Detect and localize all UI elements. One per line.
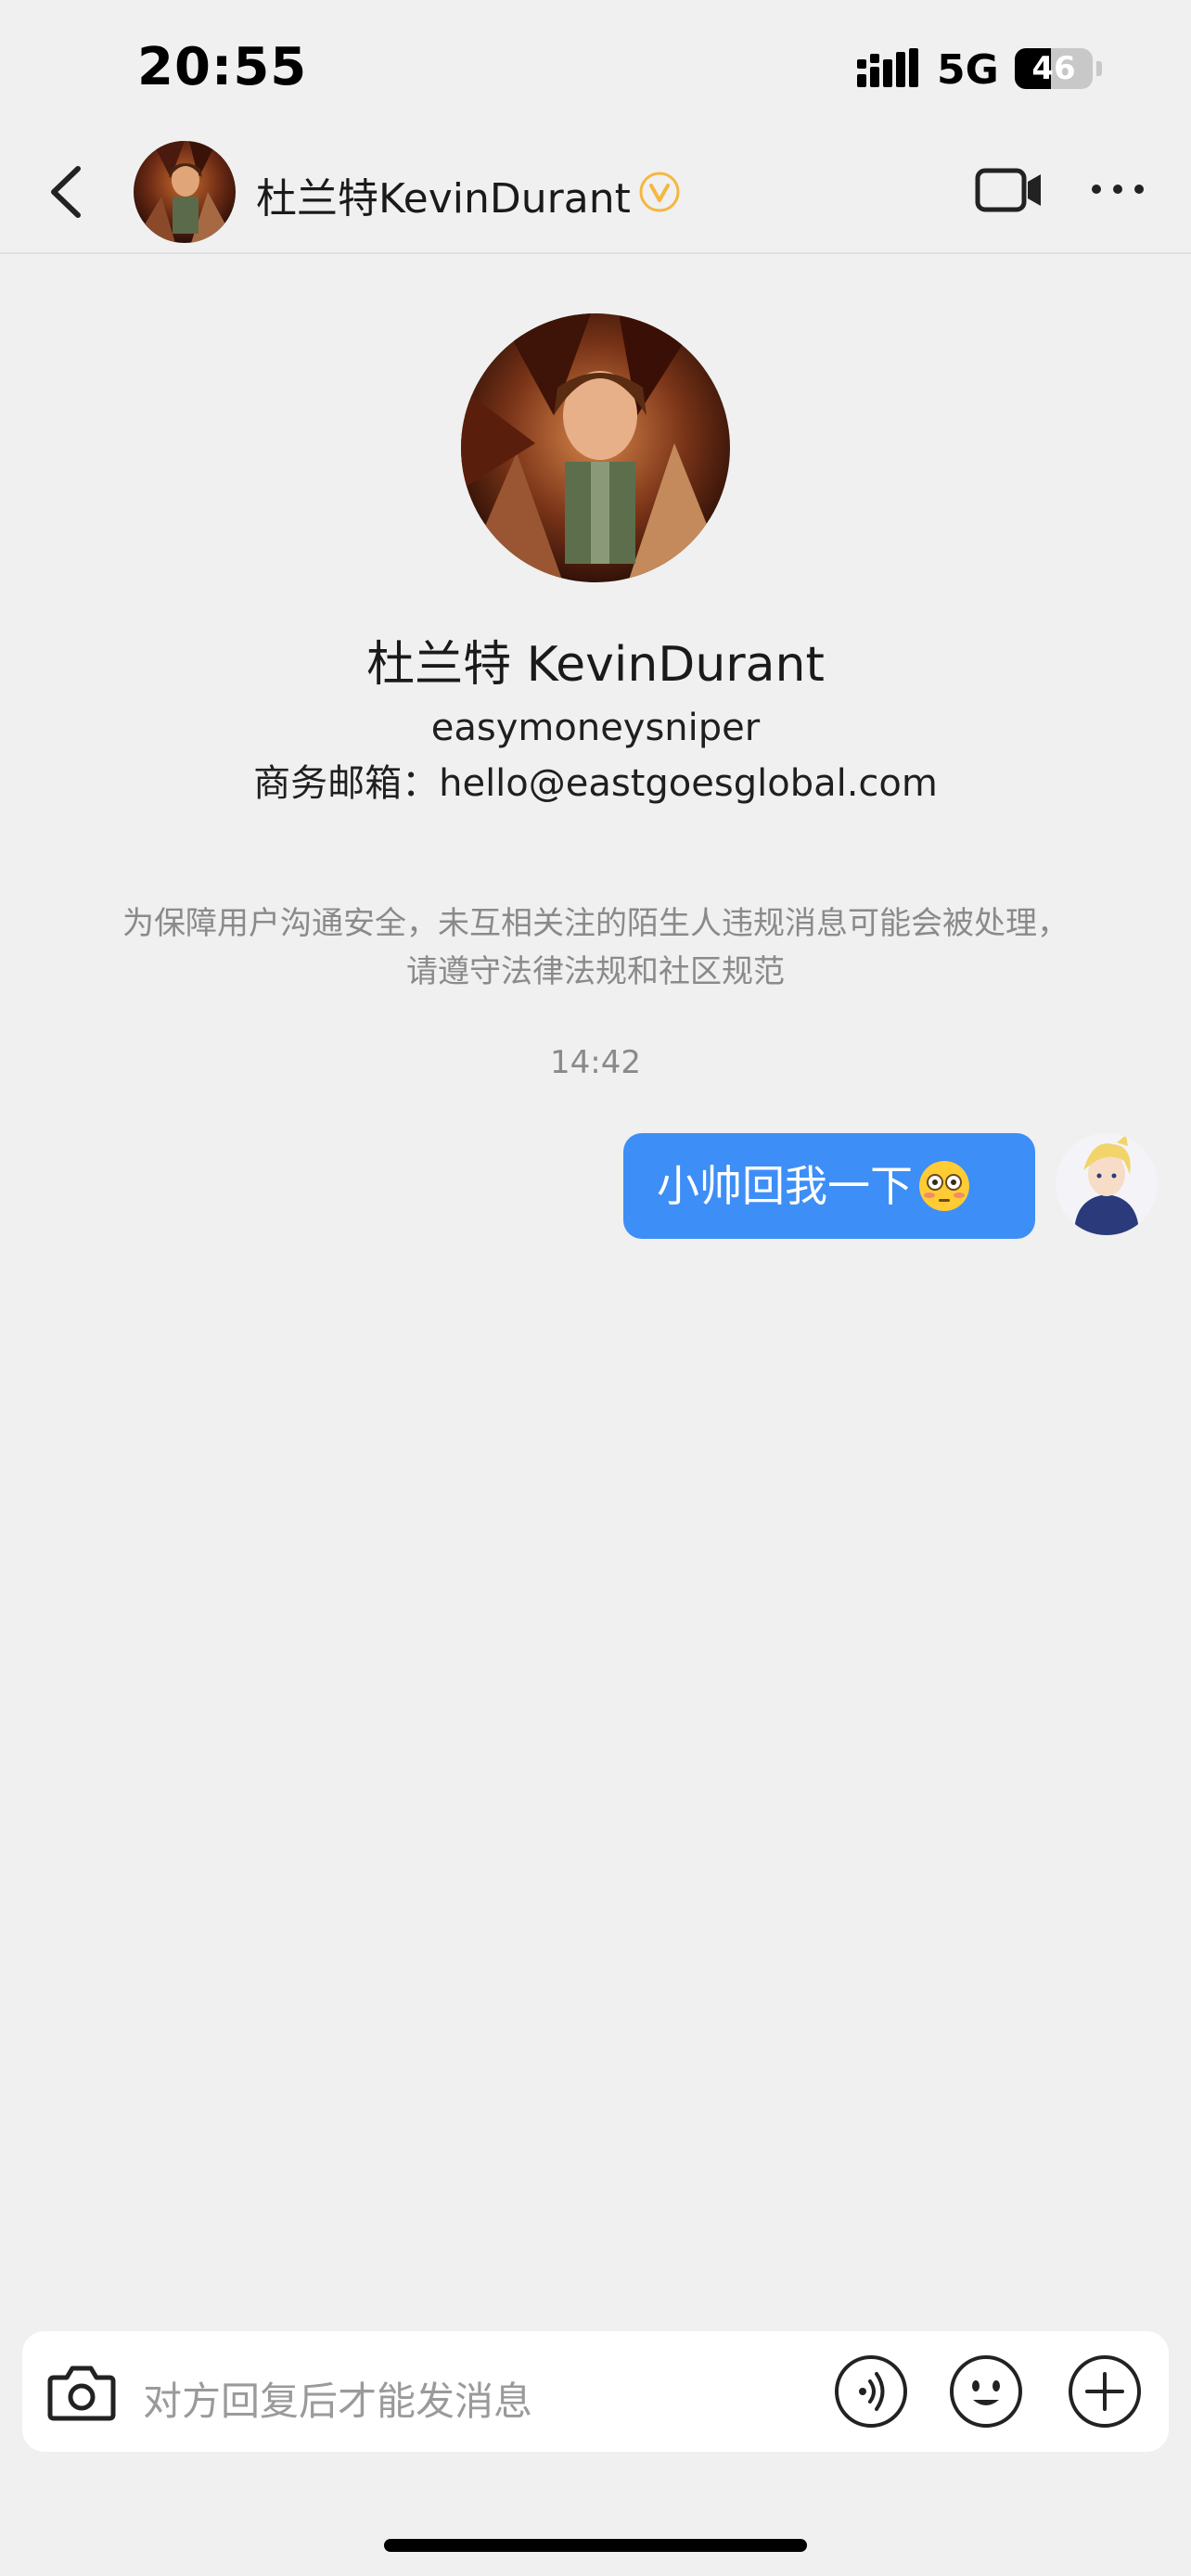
verified-badge-icon (639, 172, 680, 212)
contact-avatar[interactable] (134, 141, 236, 243)
camera-icon[interactable] (46, 2359, 117, 2424)
chevron-left-icon[interactable] (37, 159, 102, 224)
smiley-icon[interactable] (948, 2353, 1024, 2429)
voice-icon[interactable] (833, 2353, 909, 2429)
message-input-bar: 对方回复后才能发消息 (22, 2331, 1169, 2452)
signal-icon (857, 48, 918, 87)
plus-circle-icon[interactable] (1067, 2353, 1143, 2429)
profile-handle: easymoneysniper (430, 707, 761, 749)
status-bar: 20:55 5G 46 (0, 0, 1191, 139)
contact-name: 杜兰特KevinDurant (256, 175, 631, 223)
safety-notice: 为保障用户沟通安全，未互相关注的陌生人违规消息可能会被处理，请遵守法律法规和社区… (122, 905, 1069, 990)
network-type: 5G (937, 46, 999, 94)
status-time: 20:55 (137, 37, 308, 97)
self-avatar[interactable] (1056, 1133, 1158, 1235)
message-input[interactable]: 对方回复后才能发消息 (143, 2370, 532, 2427)
profile-name: 杜兰特 KevinDurant (366, 637, 825, 693)
profile-email: 商务邮箱：hello@eastgoesglobal.com (253, 762, 938, 805)
message-text: 小帅回我一下 (657, 1161, 913, 1211)
more-dots-icon[interactable] (1085, 171, 1150, 208)
message-timestamp: 14:42 (550, 1044, 641, 1081)
chat-header: 杜兰特KevinDurant (0, 139, 1191, 254)
sent-message-bubble[interactable]: 小帅回我一下 (623, 1133, 1035, 1239)
profile-avatar[interactable] (461, 313, 730, 582)
flushed-face-emoji-icon (919, 1160, 969, 1211)
video-camera-icon[interactable] (974, 165, 1044, 215)
battery-icon: 46 (1015, 48, 1102, 89)
home-indicator[interactable] (384, 2539, 807, 2552)
battery-percent: 46 (1031, 50, 1076, 87)
